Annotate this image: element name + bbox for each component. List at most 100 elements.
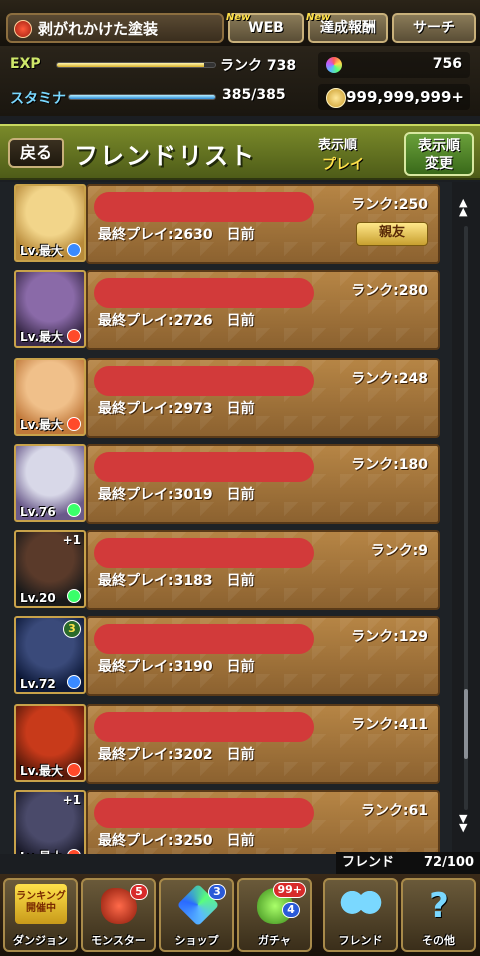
- friend-row[interactable]: 最終プレイ:2726 日前 ランク:280 Lv.最大: [0, 268, 452, 352]
- friend-monster-avatar[interactable]: Lv.20 +1: [14, 530, 86, 608]
- friend-row[interactable]: 最終プレイ:3250 日前 ランク:61 Lv.最大 +1: [0, 788, 452, 854]
- coin-panel: 999,999,999+: [318, 84, 470, 110]
- player-status-panel: EXP ランク 738 スタミナ 385/385 756 999,999,999…: [0, 46, 480, 116]
- friend-row[interactable]: 最終プレイ:3190 日前 ランク:129 Lv.72 3: [0, 614, 452, 698]
- change-sort-button[interactable]: 表示順 変更: [404, 132, 474, 176]
- attribute-orb-icon: [67, 675, 81, 689]
- sort-order-label: 表示順: [318, 138, 358, 153]
- friends-icon: [339, 888, 383, 924]
- gacha-badge: 99+: [273, 882, 306, 898]
- new-tag: New: [306, 12, 331, 23]
- friend-monster-avatar[interactable]: Lv.最大: [14, 704, 86, 782]
- monster-level: Lv.72: [20, 677, 56, 691]
- exp-label: EXP: [10, 56, 41, 72]
- scroll-thumb[interactable]: [464, 688, 468, 759]
- friend-card[interactable]: 最終プレイ:2973 日前 ランク:248: [86, 358, 440, 438]
- stamina-bar: [68, 94, 216, 100]
- friend-rank: ランク:9: [370, 543, 428, 559]
- friend-monster-avatar[interactable]: Lv.72 3: [14, 616, 86, 694]
- friend-list-scrollbar[interactable]: ▲ ▲ ▼ ▼: [452, 182, 480, 854]
- coin-count: 999,999,999+: [346, 88, 464, 106]
- friend-count-bar: フレンド 72/100: [336, 852, 480, 874]
- nav-friend-label: フレンド: [338, 934, 383, 947]
- monster-level: Lv.最大: [20, 244, 64, 258]
- scroll-bottom-icon[interactable]: ▼ ▼: [459, 813, 467, 833]
- change-sort-button-line1: 表示順: [418, 138, 460, 154]
- friend-monster-avatar[interactable]: Lv.76: [14, 444, 86, 522]
- friend-list-header: 戻る フレンドリスト 表示順 プレイ 表示順 変更: [0, 124, 480, 180]
- scroll-track[interactable]: [464, 226, 468, 810]
- nav-monster-label: モンスター: [91, 934, 146, 947]
- friend-card[interactable]: 最終プレイ:3202 日前 ランク:411: [86, 704, 440, 784]
- nav-shop-button[interactable]: 3 ショップ: [159, 878, 234, 952]
- nav-gacha-label: ガチャ: [258, 934, 291, 947]
- friend-rank: ランク:411: [351, 717, 428, 733]
- attribute-orb-icon: [67, 417, 81, 431]
- nav-dungeon-button[interactable]: ランキング 開催中 ダンジョン: [3, 878, 78, 952]
- friend-monster-avatar[interactable]: Lv.最大: [14, 358, 86, 436]
- dungeon-title-pill[interactable]: 剥がれかけた塗装: [6, 13, 224, 43]
- back-button[interactable]: 戻る: [8, 138, 64, 168]
- friend-card[interactable]: 最終プレイ:3250 日前 ランク:61: [86, 790, 440, 854]
- friend-rank: ランク:250: [351, 197, 428, 213]
- top-bar: 剥がれかけた塗装 New WEB New 達成報酬 サーチ: [0, 0, 480, 46]
- redacted-player-name: [94, 366, 314, 396]
- nav-friend-button[interactable]: フレンド: [323, 878, 398, 952]
- friend-row[interactable]: 最終プレイ:2973 日前 ランク:248 Lv.最大: [0, 356, 452, 440]
- coin-icon: [326, 88, 346, 108]
- monster-badge: 5: [130, 884, 148, 900]
- attribute-orb-icon: [67, 849, 81, 854]
- redacted-player-name: [94, 538, 314, 568]
- scroll-top-icon[interactable]: ▲ ▲: [459, 197, 467, 217]
- friend-count-value: 72/100: [424, 855, 474, 870]
- web-button-label: WEB: [248, 20, 284, 36]
- dungeon-title: 剥がれかけた塗装: [38, 20, 159, 38]
- nav-monster-button[interactable]: 5 モンスター: [81, 878, 156, 952]
- attribute-orb-icon: [67, 329, 81, 343]
- web-button[interactable]: New WEB: [226, 12, 304, 43]
- friend-rank: ランク:180: [351, 457, 428, 473]
- attribute-orb-icon: [67, 243, 81, 257]
- magic-stone-panel[interactable]: 756: [318, 52, 470, 78]
- ranking-status: 開催中: [26, 903, 56, 914]
- last-play-text: 最終プレイ:3250 日前: [98, 833, 255, 849]
- monster-level: Lv.最大: [20, 330, 64, 344]
- nav-gacha-button[interactable]: 99+ 4 ガチャ: [237, 878, 312, 952]
- plus-value: +1: [62, 793, 81, 807]
- stamina-text: 385/385: [222, 87, 286, 103]
- back-button-label: 戻る: [19, 143, 52, 162]
- search-button-label: サーチ: [413, 20, 455, 36]
- search-button[interactable]: サーチ: [392, 13, 476, 43]
- shop-badge: 3: [208, 884, 226, 900]
- friend-list[interactable]: 最終プレイ:2630 日前 ランク:250 親友 Lv.最大 最終プレイ:2726 日前…: [0, 182, 452, 854]
- friend-count-label: フレンド: [342, 855, 395, 870]
- friend-monster-avatar[interactable]: Lv.最大: [14, 270, 86, 348]
- rank-text: ランク 738: [220, 58, 297, 74]
- friend-card[interactable]: 最終プレイ:3183 日前 ランク:9: [86, 530, 440, 610]
- friend-monster-avatar[interactable]: Lv.最大: [14, 184, 86, 262]
- last-play-text: 最終プレイ:3190 日前: [98, 659, 255, 675]
- monster-level: Lv.最大: [20, 848, 63, 854]
- last-play-text: 最終プレイ:3019 日前: [98, 487, 255, 503]
- magic-stone-icon: [326, 57, 342, 73]
- stamina-bar-fill: [69, 95, 215, 99]
- nav-other-label: その他: [422, 934, 455, 947]
- last-play-text: 最終プレイ:3202 日前: [98, 747, 255, 763]
- friend-card[interactable]: 最終プレイ:2726 日前 ランク:280: [86, 270, 440, 350]
- friend-card[interactable]: 最終プレイ:3019 日前 ランク:180: [86, 444, 440, 524]
- friend-card[interactable]: 最終プレイ:3190 日前 ランク:129: [86, 616, 440, 696]
- friend-row[interactable]: 最終プレイ:2630 日前 ランク:250 親友 Lv.最大: [0, 182, 452, 266]
- last-play-text: 最終プレイ:2726 日前: [98, 313, 255, 329]
- last-play-text: 最終プレイ:3183 日前: [98, 573, 255, 589]
- friend-row[interactable]: 最終プレイ:3183 日前 ランク:9 Lv.20 +1: [0, 528, 452, 612]
- nav-shop-label: ショップ: [174, 934, 219, 947]
- page-title: フレンドリスト: [74, 142, 256, 170]
- friend-row[interactable]: 最終プレイ:3019 日前 ランク:180 Lv.76: [0, 442, 452, 526]
- friend-card[interactable]: 最終プレイ:2630 日前 ランク:250 親友: [86, 184, 440, 264]
- nav-dungeon-label: ダンジョン: [13, 934, 68, 947]
- friend-monster-avatar[interactable]: Lv.最大 +1: [14, 790, 86, 854]
- rewards-button[interactable]: New 達成報酬: [306, 12, 388, 43]
- redacted-player-name: [94, 192, 314, 222]
- nav-other-button[interactable]: ? その他: [401, 878, 476, 952]
- friend-row[interactable]: 最終プレイ:3202 日前 ランク:411 Lv.最大: [0, 702, 452, 786]
